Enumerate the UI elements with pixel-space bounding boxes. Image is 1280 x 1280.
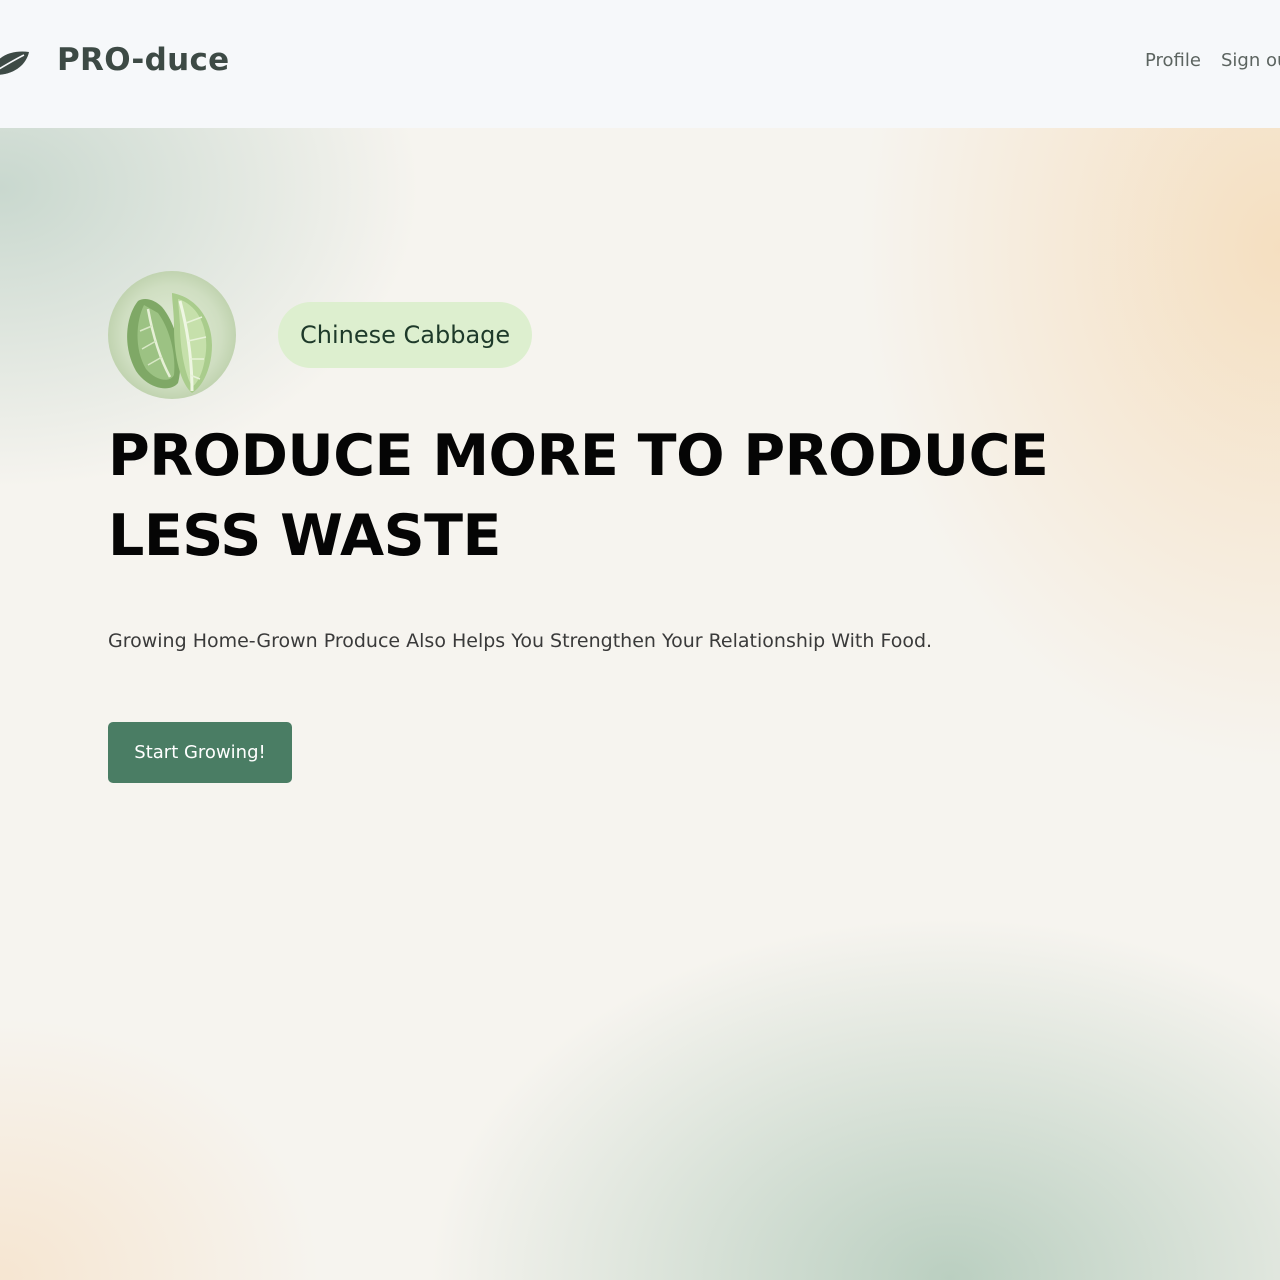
navbar: PRO-duce Profile Sign out: [0, 0, 1280, 128]
brand-name: PRO-duce: [57, 42, 230, 78]
leaf-icon: [0, 51, 29, 75]
hero-subtext: Growing Home-Grown Produce Also Helps Yo…: [108, 630, 933, 652]
nav-link-profile[interactable]: Profile: [1145, 50, 1201, 71]
nav-links: Profile Sign out: [1130, 50, 1280, 80]
nav-link-sign-out[interactable]: Sign out: [1221, 50, 1280, 71]
hero-headline: PRODUCE MORE TO PRODUCE LESS WASTE: [108, 423, 1049, 569]
start-growing-button[interactable]: Start Growing!: [108, 722, 292, 783]
cabbage-image: [108, 271, 236, 399]
produce-tag: Chinese Cabbage: [278, 302, 533, 368]
hero-section: Chinese Cabbage PRODUCE MORE TO PRODUCE …: [0, 128, 1280, 1280]
